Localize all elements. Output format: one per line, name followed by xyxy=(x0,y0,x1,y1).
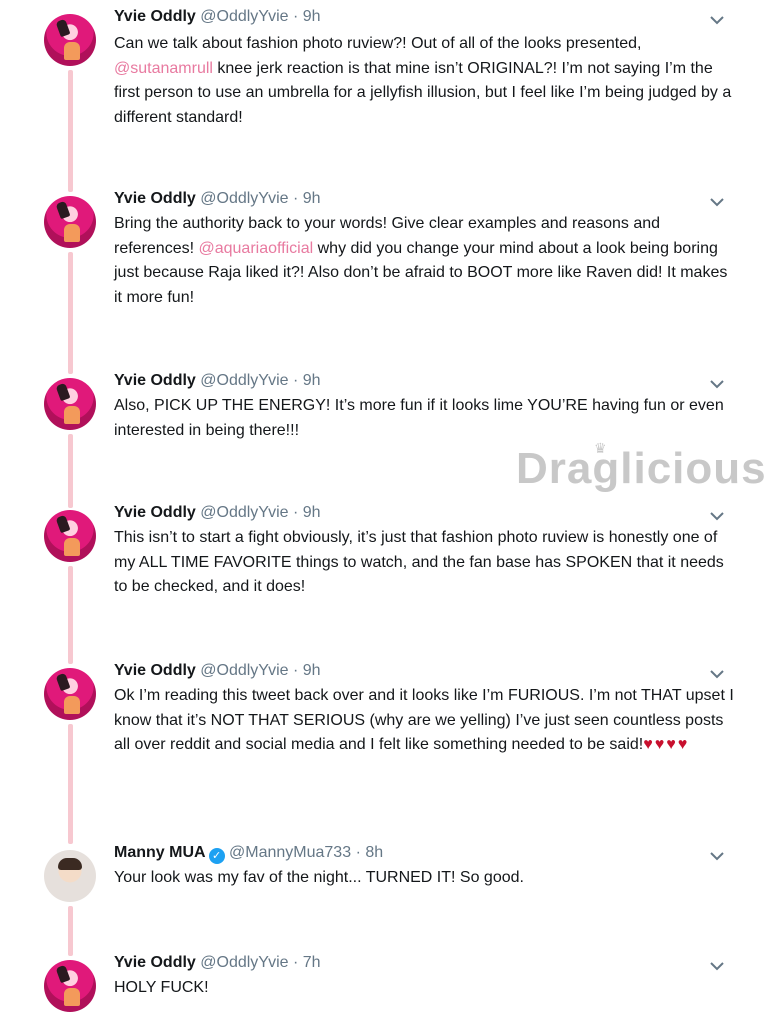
tweet-text: Ok I’m reading this tweet back over and … xyxy=(114,684,734,758)
tweet-text: Also, PICK UP THE ENERGY! It’s more fun … xyxy=(114,397,724,439)
timestamp[interactable]: 9h xyxy=(303,190,321,207)
tweet-text: Can we talk about fashion photo ruview?!… xyxy=(114,32,734,130)
chevron-down-icon[interactable] xyxy=(709,666,725,682)
avatar[interactable] xyxy=(44,196,96,248)
tweet-header: Yvie Oddly @OddlyYvie · 9h xyxy=(114,6,321,28)
display-name[interactable]: Yvie Oddly xyxy=(114,504,196,521)
user-handle[interactable]: @OddlyYvie xyxy=(200,662,288,679)
timestamp[interactable]: 9h xyxy=(303,662,321,679)
chevron-down-icon[interactable] xyxy=(709,194,725,210)
thread-line xyxy=(68,906,73,956)
avatar[interactable] xyxy=(44,668,96,720)
heart-emoji-icon: ♥♥♥♥ xyxy=(643,736,690,753)
thread-line xyxy=(68,70,73,192)
timestamp[interactable]: 9h xyxy=(303,504,321,521)
separator: · xyxy=(355,844,361,861)
watermark-logo: Draglicious xyxy=(516,444,767,493)
avatar[interactable] xyxy=(44,960,96,1012)
tweet-header: Yvie Oddly @OddlyYvie · 9h xyxy=(114,660,321,682)
thread-line xyxy=(68,434,73,508)
avatar[interactable] xyxy=(44,850,96,902)
tweet-text: This isn’t to start a fight obviously, i… xyxy=(114,529,724,595)
tweet-header: Yvie Oddly @OddlyYvie · 9h xyxy=(114,188,321,210)
user-handle[interactable]: @OddlyYvie xyxy=(200,504,288,521)
avatar[interactable] xyxy=(44,378,96,430)
tweet-header: Yvie Oddly @OddlyYvie · 7h xyxy=(114,952,321,974)
display-name[interactable]: Manny MUA xyxy=(114,844,206,861)
display-name[interactable]: Yvie Oddly xyxy=(114,954,196,971)
tweet-text: Your look was my fav of the night... TUR… xyxy=(114,869,524,886)
tweet-text: HOLY FUCK! xyxy=(114,979,209,996)
timestamp[interactable]: 7h xyxy=(303,954,321,971)
user-handle[interactable]: @MannyMua733 xyxy=(229,844,351,861)
thread-line xyxy=(68,252,73,374)
user-handle[interactable]: @OddlyYvie xyxy=(200,372,288,389)
separator: · xyxy=(293,954,299,971)
separator: · xyxy=(293,190,299,207)
thread-line xyxy=(68,724,73,844)
display-name[interactable]: Yvie Oddly xyxy=(114,190,196,207)
separator: · xyxy=(293,662,299,679)
display-name[interactable]: Yvie Oddly xyxy=(114,372,196,389)
chevron-down-icon[interactable] xyxy=(709,508,725,524)
display-name[interactable]: Yvie Oddly xyxy=(114,662,196,679)
mention-link[interactable]: @aquariaofficial xyxy=(198,240,313,257)
display-name[interactable]: Yvie Oddly xyxy=(114,8,196,25)
separator: · xyxy=(293,8,299,25)
tweet-header: Manny MUA ✓ @MannyMua733 · 8h xyxy=(114,842,383,864)
verified-badge-icon: ✓ xyxy=(208,848,225,864)
thread-line xyxy=(68,566,73,664)
tweet-text: Bring the authority back to your words! … xyxy=(114,212,734,310)
timestamp[interactable]: 8h xyxy=(365,844,383,861)
user-handle[interactable]: @OddlyYvie xyxy=(200,190,288,207)
separator: · xyxy=(293,504,299,521)
mention-link[interactable]: @sutanamrull xyxy=(114,60,213,77)
chevron-down-icon[interactable] xyxy=(709,376,725,392)
tweet-text-part: Can we talk about fashion photo ruview?!… xyxy=(114,35,642,52)
avatar[interactable] xyxy=(44,510,96,562)
chevron-down-icon[interactable] xyxy=(709,12,725,28)
user-handle[interactable]: @OddlyYvie xyxy=(200,954,288,971)
tweet-header: Yvie Oddly @OddlyYvie · 9h xyxy=(114,502,321,524)
avatar[interactable] xyxy=(44,14,96,66)
chevron-down-icon[interactable] xyxy=(709,958,725,974)
timestamp[interactable]: 9h xyxy=(303,8,321,25)
timestamp[interactable]: 9h xyxy=(303,372,321,389)
chevron-down-icon[interactable] xyxy=(709,848,725,864)
user-handle[interactable]: @OddlyYvie xyxy=(200,8,288,25)
tweet-header: Yvie Oddly @OddlyYvie · 9h xyxy=(114,370,321,392)
separator: · xyxy=(293,372,299,389)
tweet-text-part: Ok I’m reading this tweet back over and … xyxy=(114,687,734,753)
